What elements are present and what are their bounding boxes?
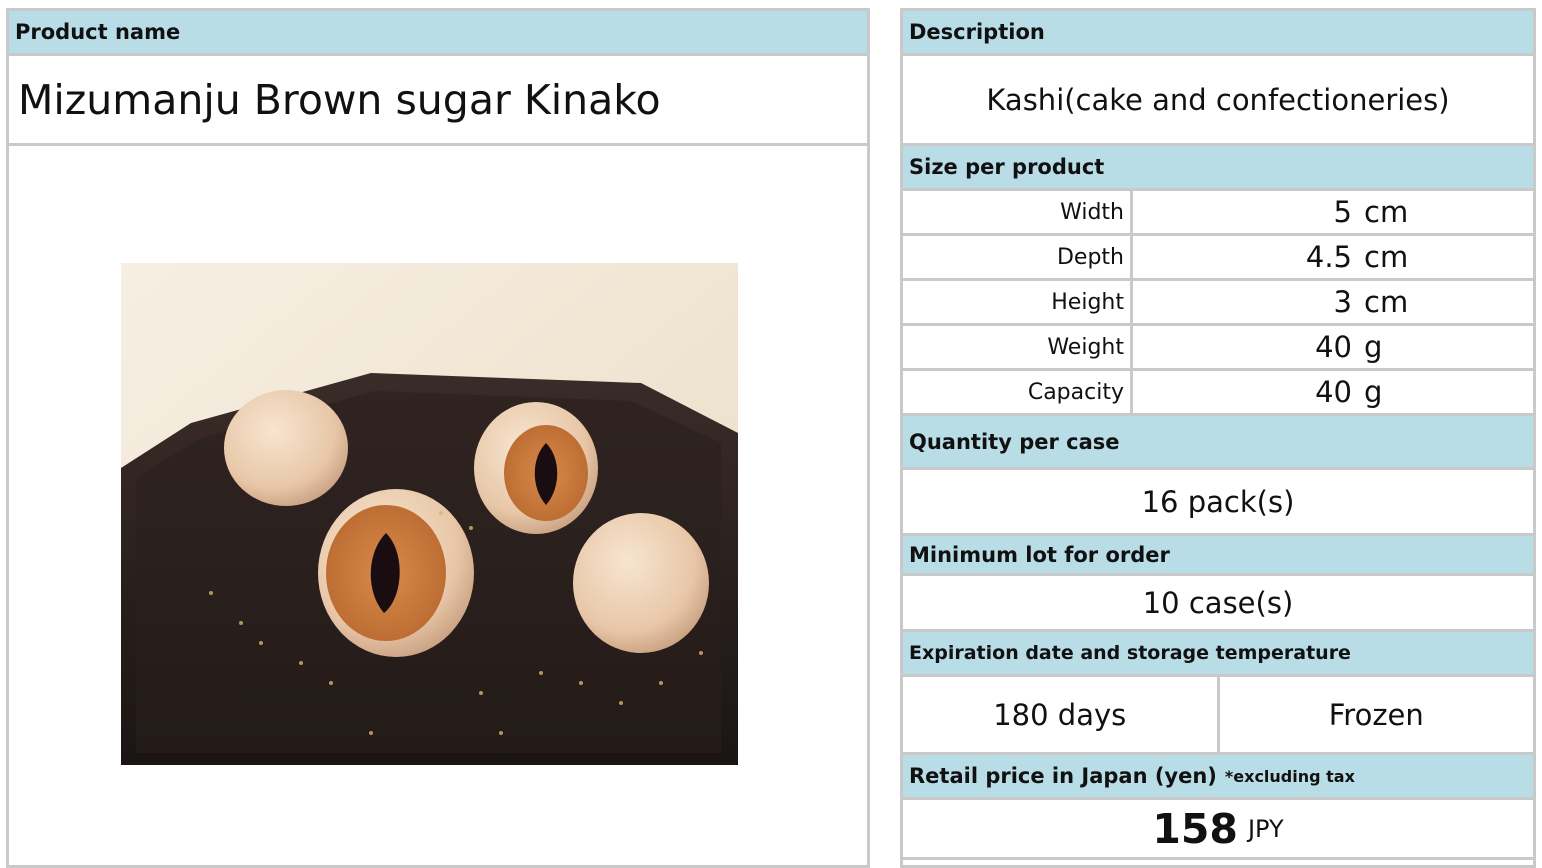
quantity-header: Quantity per case bbox=[903, 416, 1533, 470]
price-header-label: Retail price in Japan (yen) bbox=[909, 764, 1217, 788]
quantity-value: 16 pack(s) bbox=[903, 470, 1533, 536]
expiration-row: 180 days Frozen bbox=[903, 677, 1533, 755]
size-row-height: Height 3 cm bbox=[903, 281, 1533, 326]
expiration-days: 180 days bbox=[903, 677, 1220, 752]
size-number: 40 bbox=[1315, 330, 1352, 364]
min-lot-value: 10 case(s) bbox=[903, 576, 1533, 632]
size-unit: g bbox=[1364, 375, 1383, 409]
size-label: Depth bbox=[903, 236, 1133, 278]
product-name-panel: Product name Mizumanju Brown sugar Kinak… bbox=[6, 8, 870, 868]
size-label: Weight bbox=[903, 326, 1133, 368]
details-panel: Description Kashi(cake and confectioneri… bbox=[900, 8, 1536, 868]
size-label: Width bbox=[903, 191, 1133, 233]
size-value: 5 cm bbox=[1133, 191, 1533, 233]
price-note: *excluding tax bbox=[1224, 766, 1355, 786]
size-unit: cm bbox=[1364, 240, 1409, 274]
size-number: 5 bbox=[1333, 195, 1352, 229]
size-unit: cm bbox=[1364, 195, 1409, 229]
description: Kashi(cake and confectioneries) bbox=[903, 56, 1533, 146]
size-row-width: Width 5 cm bbox=[903, 191, 1533, 236]
min-lot-header: Minimum lot for order bbox=[903, 536, 1533, 576]
size-label: Capacity bbox=[903, 371, 1133, 413]
expiration-header: Expiration date and storage temperature bbox=[903, 632, 1533, 677]
photo-area bbox=[9, 146, 867, 866]
product-name-header: Product name bbox=[9, 11, 867, 56]
price-header: Retail price in Japan (yen) *excluding t… bbox=[903, 755, 1533, 800]
price-row: 158 JPY bbox=[903, 800, 1533, 860]
size-unit: cm bbox=[1364, 285, 1409, 319]
product-photo bbox=[121, 263, 738, 765]
size-unit: g bbox=[1364, 330, 1383, 364]
size-value: 40 g bbox=[1133, 371, 1533, 413]
storage-temperature: Frozen bbox=[1328, 697, 1424, 732]
size-value: 3 cm bbox=[1133, 281, 1533, 323]
size-row-depth: Depth 4.5 cm bbox=[903, 236, 1533, 281]
price-value: 158 bbox=[1152, 804, 1238, 853]
size-header: Size per product bbox=[903, 146, 1533, 191]
product-name: Mizumanju Brown sugar Kinako bbox=[9, 56, 867, 146]
size-number: 4.5 bbox=[1305, 240, 1352, 274]
size-label: Height bbox=[903, 281, 1133, 323]
size-row-weight: Weight 40 g bbox=[903, 326, 1533, 371]
size-row-capacity: Capacity 40 g bbox=[903, 371, 1533, 416]
size-number: 3 bbox=[1333, 285, 1352, 319]
size-value: 4.5 cm bbox=[1133, 236, 1533, 278]
size-number: 40 bbox=[1315, 375, 1352, 409]
description-header: Description bbox=[903, 11, 1533, 56]
size-value: 40 g bbox=[1133, 326, 1533, 368]
price-currency: JPY bbox=[1247, 814, 1284, 843]
